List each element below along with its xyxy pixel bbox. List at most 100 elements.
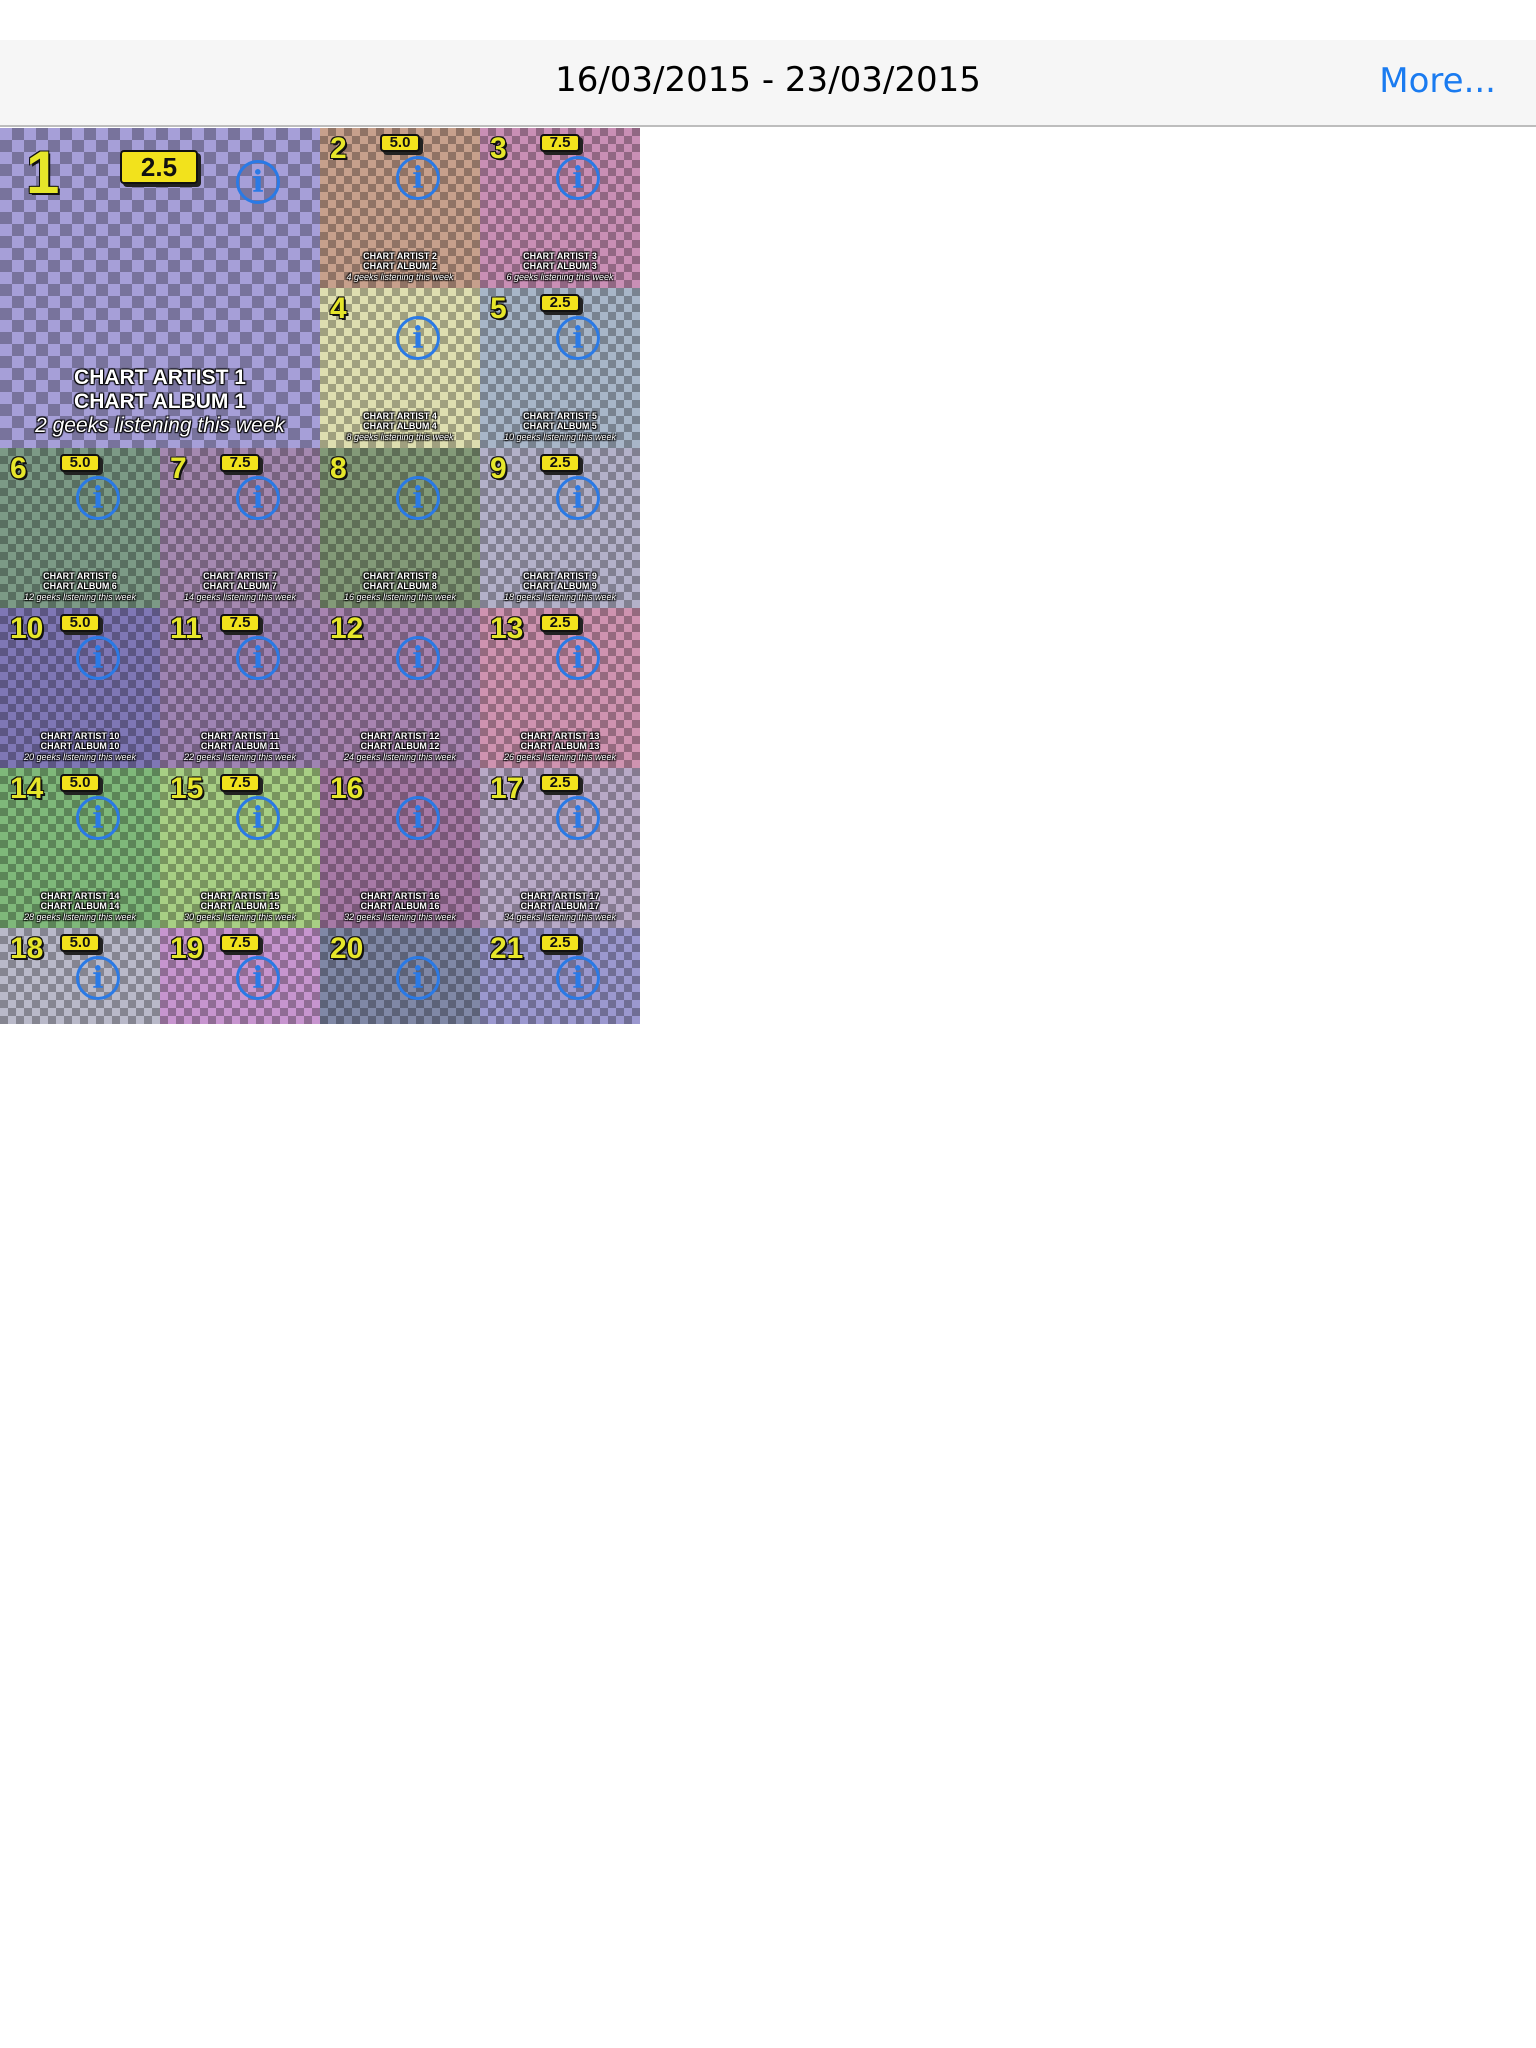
listener-count: 30 geeks listening this week: [183, 911, 297, 922]
navigation-bar: 16/03/2015 - 23/03/2015 More...: [0, 40, 1536, 127]
score-badge: 5.0: [60, 774, 100, 792]
album-tile[interactable]: 10 5.0 i CHART ARTIST 10 CHART ALBUM 10 20 ge…: [0, 608, 160, 768]
album-tile[interactable]: 3 7.5 i CHART ARTIST 3 CHART ALBUM 36 geeks …: [480, 128, 640, 288]
info-icon[interactable]: i: [556, 476, 600, 520]
album-name: CHART ALBUM 7: [203, 581, 277, 592]
info-icon[interactable]: i: [236, 476, 280, 520]
artist-name: CHART ARTIST 12: [360, 730, 440, 741]
info-icon[interactable]: i: [76, 796, 120, 840]
album-name: CHART ALBUM 11: [200, 741, 280, 752]
score-badge: 5.0: [60, 934, 100, 952]
info-icon[interactable]: i: [76, 956, 120, 1000]
info-icon[interactable]: i: [236, 636, 280, 680]
chart-rank: 16: [330, 772, 364, 805]
album-tile[interactable]: 6 5.0 i CHART ARTIST 6 CHART ALBUM 6 12 geeks…: [0, 448, 160, 608]
info-icon[interactable]: i: [396, 796, 440, 840]
listener-count: 22 geeks listening this week: [183, 751, 297, 762]
album-tile[interactable]: 8 i CHART ARTIST 8 CHART ALBUM 8 16 geeks li…: [320, 448, 480, 608]
listener-count: 24 geeks listening this week: [343, 751, 457, 762]
album-caption: CHART ARTIST 3 CHART ALBUM 36 geeks liste…: [480, 251, 640, 282]
album-name: CHART ALBUM 13: [520, 741, 600, 752]
album-tile[interactable]: 13 2.5 i CHART ARTIST 13 CHART ALBUM 13 26 ge…: [480, 608, 640, 768]
artist-name: CHART ARTIST 8: [363, 570, 437, 581]
album-caption: CHART ARTIST 12 CHART ALBUM 12 24 geeks li…: [320, 731, 480, 762]
album-caption: CHART ARTIST 11 CHART ALBUM 11 22 geeks li…: [160, 731, 320, 762]
score-badge: 7.5: [220, 934, 260, 952]
chart-rank: 8: [330, 452, 347, 485]
info-icon[interactable]: i: [556, 156, 600, 200]
week-range-title: 16/03/2015 - 23/03/2015: [555, 60, 981, 100]
album-tile[interactable]: 4 i CHART ARTIST 4 CHART ALBUM 48 geeks lis…: [320, 288, 480, 448]
album-tile[interactable]: 19 7.5 i: [160, 928, 320, 1024]
info-icon[interactable]: i: [396, 156, 440, 200]
album-caption: CHART ARTIST 4 CHART ALBUM 48 geeks liste…: [320, 411, 480, 442]
artist-name: CHART ARTIST 11: [200, 730, 280, 741]
album-caption: CHART ARTIST 17 CHART ALBUM 17 34 geeks li…: [480, 891, 640, 922]
album-tile[interactable]: 20 i: [320, 928, 480, 1024]
listener-count: 18 geeks listening this week: [503, 591, 617, 602]
artist-name: CHART ARTIST 2: [363, 250, 437, 261]
listener-count: 12 geeks listening this week: [23, 591, 137, 602]
info-icon[interactable]: i: [236, 160, 280, 204]
album-name: CHART ALBUM 1: [74, 389, 246, 413]
info-icon[interactable]: i: [396, 956, 440, 1000]
info-icon[interactable]: i: [556, 636, 600, 680]
chart-rank: 15: [170, 772, 204, 805]
chart-rank: 7: [170, 452, 187, 485]
info-icon[interactable]: i: [396, 476, 440, 520]
listener-count: 10 geeks listening this week: [503, 431, 617, 442]
info-icon[interactable]: i: [76, 476, 120, 520]
album-name: CHART ALBUM 14: [40, 901, 120, 912]
info-icon[interactable]: i: [396, 316, 440, 360]
album-caption: CHART ARTIST 2 CHART ALBUM 24 geeks liste…: [320, 251, 480, 282]
album-tile[interactable]: 18 5.0 i: [0, 928, 160, 1024]
album-name: CHART ALBUM 4: [363, 421, 437, 432]
artist-name: CHART ARTIST 10: [40, 730, 120, 741]
album-tile[interactable]: 2 5.0 i CHART ARTIST 2 CHART ALBUM 24 geeks …: [320, 128, 480, 288]
album-tile[interactable]: 1 2.5 i CHART ARTIST 1 CHART ALBUM 12 geeks …: [0, 128, 320, 448]
info-icon[interactable]: i: [236, 956, 280, 1000]
album-caption: CHART ARTIST 6 CHART ALBUM 6 12 geeks list…: [0, 571, 160, 602]
chart-rank: 21: [490, 932, 524, 965]
info-icon[interactable]: i: [556, 796, 600, 840]
listener-count: 6 geeks listening this week: [506, 271, 614, 282]
album-name: CHART ALBUM 8: [363, 581, 437, 592]
info-icon[interactable]: i: [396, 636, 440, 680]
album-name: CHART ALBUM 15: [200, 901, 280, 912]
listener-count: 32 geeks listening this week: [343, 911, 457, 922]
more-button[interactable]: More...: [1379, 61, 1496, 101]
artist-name: CHART ARTIST 3: [523, 250, 597, 261]
album-tile[interactable]: 11 7.5 i CHART ARTIST 11 CHART ALBUM 11 22 ge…: [160, 608, 320, 768]
album-tile[interactable]: 9 2.5 i CHART ARTIST 9 CHART ALBUM 9 18 geeks…: [480, 448, 640, 608]
score-badge: 2.5: [540, 934, 580, 952]
artist-name: CHART ARTIST 6: [43, 570, 117, 581]
artist-name: CHART ARTIST 4: [363, 410, 437, 421]
chart-rank: 6: [10, 452, 27, 485]
album-tile[interactable]: 12 i CHART ARTIST 12 CHART ALBUM 12 24 geeks…: [320, 608, 480, 768]
album-tile[interactable]: 16 i CHART ARTIST 16 CHART ALBUM 16 32 geeks…: [320, 768, 480, 928]
info-icon[interactable]: i: [556, 316, 600, 360]
artist-name: CHART ARTIST 17: [520, 890, 600, 901]
score-badge: 7.5: [220, 774, 260, 792]
listener-count: 28 geeks listening this week: [23, 911, 137, 922]
artist-name: CHART ARTIST 16: [360, 890, 440, 901]
info-icon[interactable]: i: [76, 636, 120, 680]
score-badge: 7.5: [220, 614, 260, 632]
album-tile[interactable]: 5 2.5 i CHART ARTIST 5 CHART ALBUM 5 10 geeks…: [480, 288, 640, 448]
chart-rank: 9: [490, 452, 507, 485]
album-tile[interactable]: 15 7.5 i CHART ARTIST 15 CHART ALBUM 15 30 ge…: [160, 768, 320, 928]
album-caption: CHART ARTIST 10 CHART ALBUM 10 20 geeks li…: [0, 731, 160, 762]
album-caption: CHART ARTIST 1 CHART ALBUM 12 geeks liste…: [0, 366, 320, 438]
score-badge: 2.5: [120, 150, 198, 184]
chart-rank: 4: [330, 292, 347, 325]
album-name: CHART ALBUM 3: [523, 261, 597, 272]
album-name: CHART ALBUM 9: [523, 581, 597, 592]
album-tile[interactable]: 14 5.0 i CHART ARTIST 14 CHART ALBUM 14 28 ge…: [0, 768, 160, 928]
album-tile[interactable]: 17 2.5 i CHART ARTIST 17 CHART ALBUM 17 34 ge…: [480, 768, 640, 928]
info-icon[interactable]: i: [236, 796, 280, 840]
chart-rank: 2: [330, 132, 347, 165]
album-tile[interactable]: 21 2.5 i: [480, 928, 640, 1024]
score-badge: 5.0: [60, 454, 100, 472]
info-icon[interactable]: i: [556, 956, 600, 1000]
album-tile[interactable]: 7 7.5 i CHART ARTIST 7 CHART ALBUM 7 14 geeks…: [160, 448, 320, 608]
